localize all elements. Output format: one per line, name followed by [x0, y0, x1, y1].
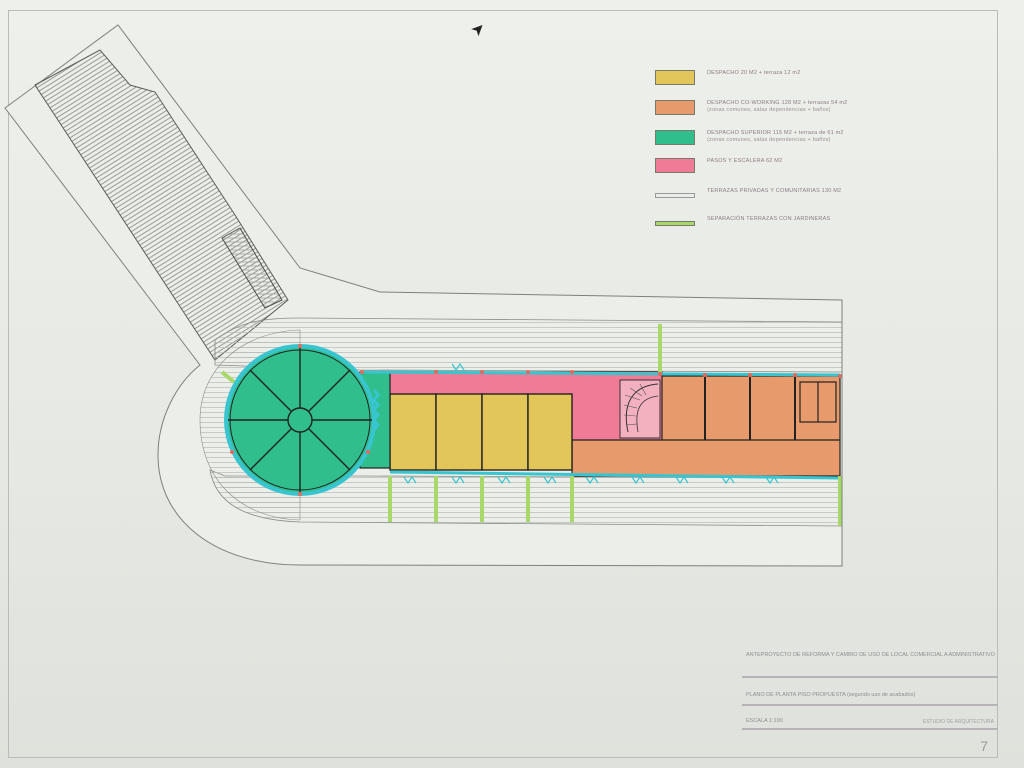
legend-swatch: [655, 221, 695, 226]
legend-label: DESPACHO SUPERIOR 115 M2 + terraza de 61…: [707, 130, 844, 143]
yellow-offices: [389, 393, 573, 471]
studio-label: ESTUDIO DE ARQUITECTURA: [922, 719, 994, 725]
title-rule: [742, 704, 998, 706]
legend-swatch: [655, 70, 695, 85]
drawing-sheet: ➤ DESPACHO 20 M2 + terraza 12 m2 DESPACH…: [0, 0, 1024, 768]
legend-swatch: [655, 193, 695, 198]
project-title: ANTEPROYECTO DE REFORMA Y CAMBIO DE USO …: [746, 652, 995, 658]
plan-title: PLANO DE PLANTA PISO PROPUESTA (segundo …: [746, 692, 916, 698]
title-rule: [742, 676, 998, 678]
legend-swatch: [655, 130, 695, 145]
legend-label: DESPACHO 20 M2 + terraza 12 m2: [707, 70, 801, 76]
legend-swatch: [655, 158, 695, 173]
title-rule: [742, 728, 998, 730]
title-block: ANTEPROYECTO DE REFORMA Y CAMBIO DE USO …: [742, 652, 998, 758]
legend-label: SEPARACIÓN TERRAZAS CON JARDINERAS: [707, 216, 831, 222]
legend-label: DESPACHO CO-WORKING 128 M2 + terrazas 54…: [707, 100, 848, 113]
legend-label: PASOS Y ESCALERA 62 M2: [707, 158, 783, 164]
legend-label: TERRAZAS PRIVADAS Y COMUNITARIAS 130 M2: [707, 188, 842, 194]
legend-swatch: [655, 100, 695, 115]
page-number: 7: [980, 738, 988, 754]
